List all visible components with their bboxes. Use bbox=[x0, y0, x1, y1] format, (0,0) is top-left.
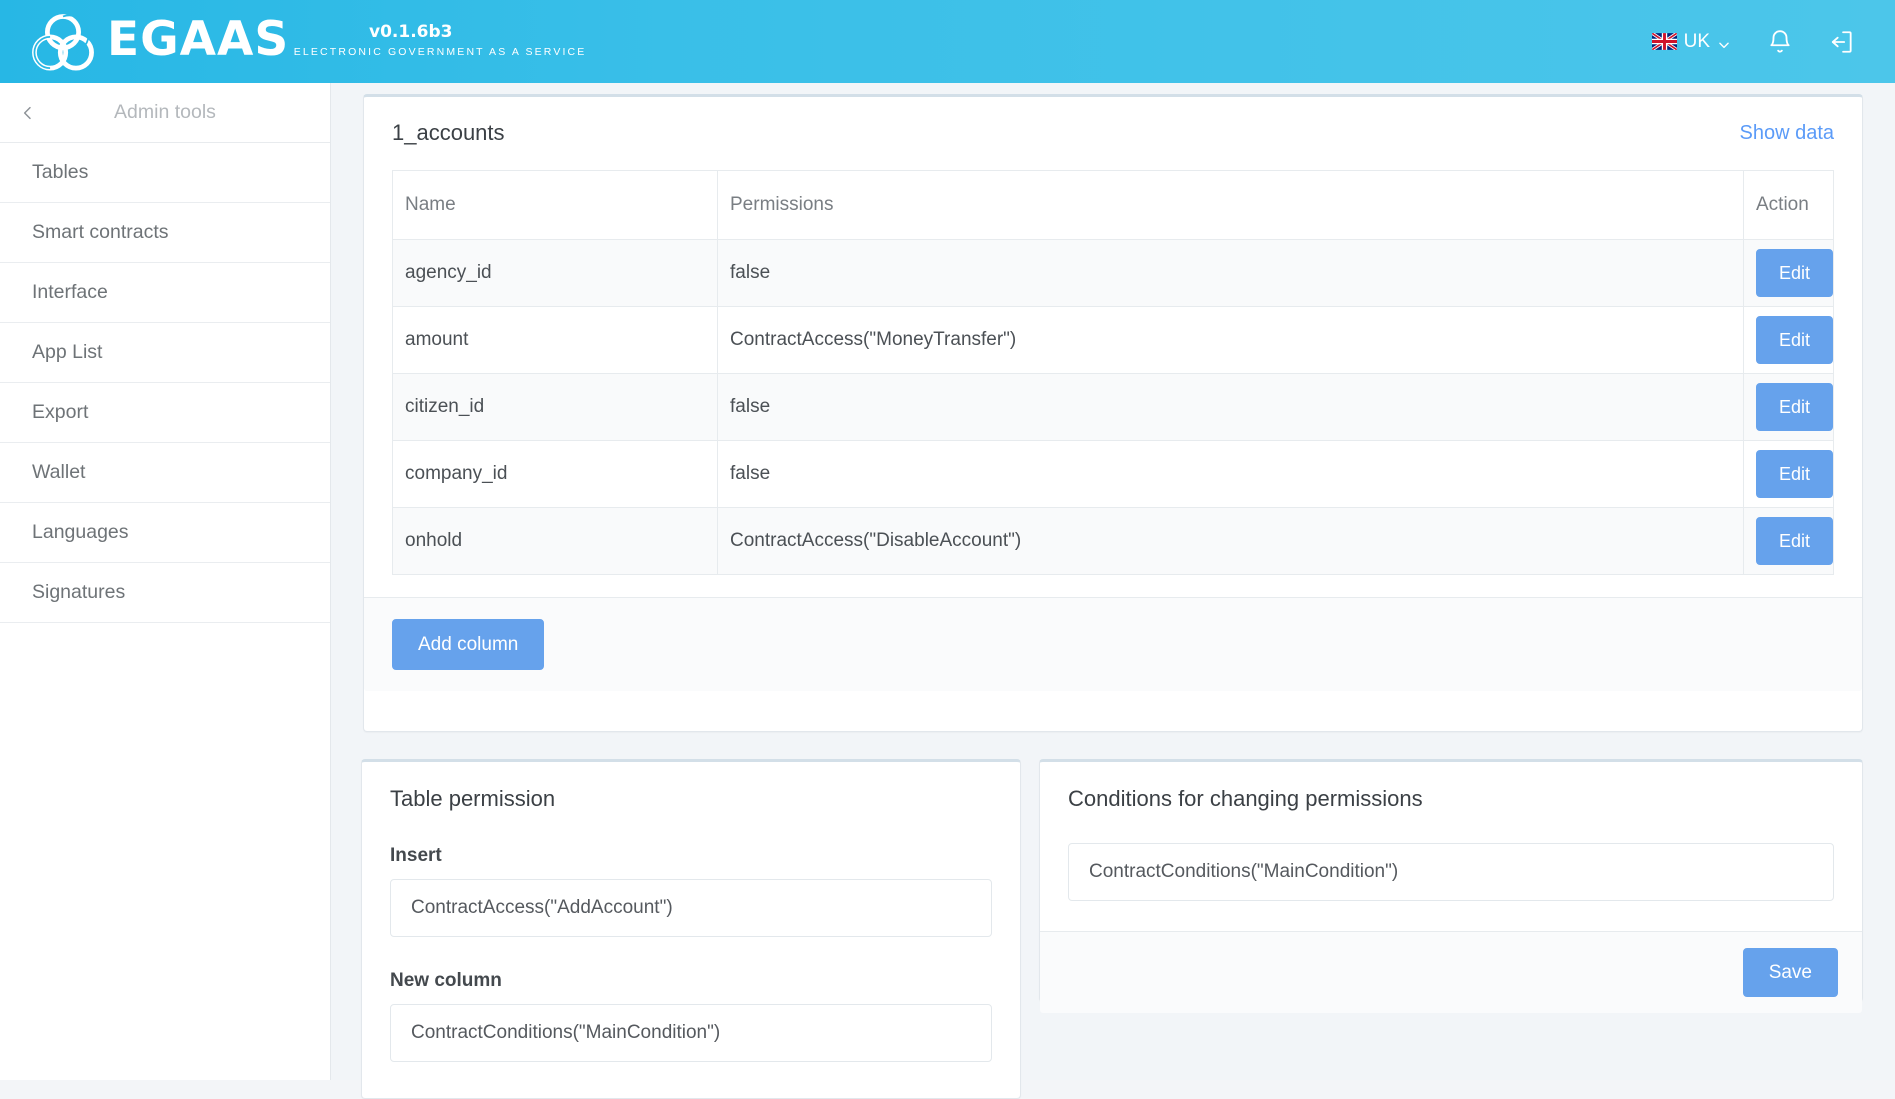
table-row: agency_id false Edit bbox=[392, 239, 1834, 307]
sidebar-header: Admin tools bbox=[0, 83, 330, 143]
sidebar-item-languages[interactable]: Languages bbox=[0, 503, 330, 563]
columns-table: Name Permissions Action agency_id false … bbox=[392, 170, 1834, 575]
sidebar-item-label: Languages bbox=[32, 521, 129, 543]
cell-permissions: false bbox=[717, 440, 1744, 508]
sidebar-back-button[interactable] bbox=[0, 83, 56, 143]
cell-name: onhold bbox=[392, 507, 718, 575]
brand-logo-block[interactable]: EGAAS ELECTRONIC GOVERNMENT AS A SERVICE… bbox=[29, 7, 586, 77]
sidebar-item-wallet[interactable]: Wallet bbox=[0, 443, 330, 503]
conditions-card-footer: Save bbox=[1040, 931, 1862, 1013]
table-columns-card: 1_accounts Show data Name Permissions Ac… bbox=[363, 94, 1863, 732]
table-row: citizen_id false Edit bbox=[392, 373, 1834, 441]
cell-name: citizen_id bbox=[392, 373, 718, 441]
sidebar-item-tables[interactable]: Tables bbox=[0, 143, 330, 203]
cell-action: Edit bbox=[1743, 306, 1834, 374]
sidebar-item-label: Signatures bbox=[32, 581, 126, 603]
insert-field-input[interactable]: ContractAccess("AddAccount") bbox=[390, 879, 992, 937]
cell-name: amount bbox=[392, 306, 718, 374]
column-header-permissions: Permissions bbox=[717, 170, 1744, 240]
table-card-footer: Add column bbox=[364, 597, 1862, 691]
uk-flag-icon bbox=[1651, 33, 1677, 50]
language-label: UK bbox=[1683, 30, 1710, 52]
cell-name: agency_id bbox=[392, 239, 718, 307]
cell-permissions: false bbox=[717, 373, 1744, 441]
columns-table-wrapper: Name Permissions Action agency_id false … bbox=[364, 146, 1862, 575]
sidebar-item-interface[interactable]: Interface bbox=[0, 263, 330, 323]
notifications-bell-icon bbox=[1767, 29, 1793, 55]
edit-button[interactable]: Edit bbox=[1756, 316, 1834, 364]
new-column-field-input[interactable]: ContractConditions("MainCondition") bbox=[390, 1004, 992, 1062]
table-row: onhold ContractAccess("DisableAccount") … bbox=[392, 507, 1834, 575]
logout-button[interactable] bbox=[1811, 0, 1873, 83]
edit-button[interactable]: Edit bbox=[1756, 517, 1834, 565]
cell-permissions: false bbox=[717, 239, 1744, 307]
sidebar-item-label: Export bbox=[32, 401, 89, 423]
logout-icon bbox=[1829, 29, 1855, 55]
table-row: amount ContractAccess("MoneyTransfer") E… bbox=[392, 306, 1834, 374]
header-actions: UK bbox=[1634, 0, 1895, 83]
sidebar-item-label: Smart contracts bbox=[32, 221, 169, 243]
table-permission-title: Table permission bbox=[390, 786, 556, 811]
sidebar-item-label: App List bbox=[32, 341, 103, 363]
panel-spacer bbox=[362, 1062, 1020, 1088]
edit-button[interactable]: Edit bbox=[1756, 249, 1834, 297]
chevron-down-icon bbox=[1717, 36, 1731, 50]
table-header-row: Name Permissions Action bbox=[392, 170, 1834, 240]
edit-button[interactable]: Edit bbox=[1756, 450, 1834, 498]
sidebar-item-label: Tables bbox=[32, 161, 89, 183]
cell-name: company_id bbox=[392, 440, 718, 508]
cell-permissions: ContractAccess("DisableAccount") bbox=[717, 507, 1744, 575]
insert-field-label: Insert bbox=[390, 845, 442, 866]
cell-action: Edit bbox=[1743, 373, 1834, 441]
sidebar-item-label: Interface bbox=[32, 281, 108, 303]
cell-action: Edit bbox=[1743, 440, 1834, 508]
language-switcher[interactable]: UK bbox=[1634, 31, 1749, 53]
table-row: company_id false Edit bbox=[392, 440, 1834, 508]
cell-permissions: ContractAccess("MoneyTransfer") bbox=[717, 306, 1744, 374]
save-button[interactable]: Save bbox=[1742, 948, 1838, 997]
show-data-link[interactable]: Show data bbox=[1739, 122, 1834, 145]
conditions-card: Conditions for changing permissions Cont… bbox=[1039, 759, 1863, 1013]
chevron-left-icon bbox=[20, 105, 36, 121]
sidebar-item-label: Wallet bbox=[32, 461, 86, 483]
brand-tagline: ELECTRONIC GOVERNMENT AS A SERVICE bbox=[293, 45, 587, 58]
cell-action: Edit bbox=[1743, 239, 1834, 307]
table-card-header: 1_accounts Show data bbox=[364, 97, 1862, 146]
edit-button[interactable]: Edit bbox=[1756, 383, 1834, 431]
notifications-button[interactable] bbox=[1749, 0, 1811, 83]
sidebar: Admin tools Tables Smart contracts Inter… bbox=[0, 83, 331, 1080]
page-title: 1_accounts bbox=[392, 120, 505, 145]
sidebar-item-export[interactable]: Export bbox=[0, 383, 330, 443]
new-column-field-label: New column bbox=[390, 970, 502, 991]
add-column-button[interactable]: Add column bbox=[392, 619, 545, 670]
content-area: 1_accounts Show data Name Permissions Ac… bbox=[331, 83, 1895, 1099]
app-version: v0.1.6b3 bbox=[369, 21, 453, 42]
sidebar-item-signatures[interactable]: Signatures bbox=[0, 563, 330, 623]
sidebar-item-app-list[interactable]: App List bbox=[0, 323, 330, 383]
egaas-knot-logo-icon bbox=[29, 9, 97, 77]
conditions-field-input[interactable]: ContractConditions("MainCondition") bbox=[1068, 843, 1834, 901]
column-header-action: Action bbox=[1743, 170, 1834, 240]
cell-action: Edit bbox=[1743, 507, 1834, 575]
table-permission-card: Table permission Insert ContractAccess("… bbox=[361, 759, 1021, 1099]
app-header: EGAAS ELECTRONIC GOVERNMENT AS A SERVICE… bbox=[0, 0, 1895, 83]
column-header-name: Name bbox=[392, 170, 718, 240]
sidebar-item-smart-contracts[interactable]: Smart contracts bbox=[0, 203, 330, 263]
conditions-title: Conditions for changing permissions bbox=[1068, 786, 1423, 811]
brand-name: EGAAS bbox=[107, 11, 290, 67]
